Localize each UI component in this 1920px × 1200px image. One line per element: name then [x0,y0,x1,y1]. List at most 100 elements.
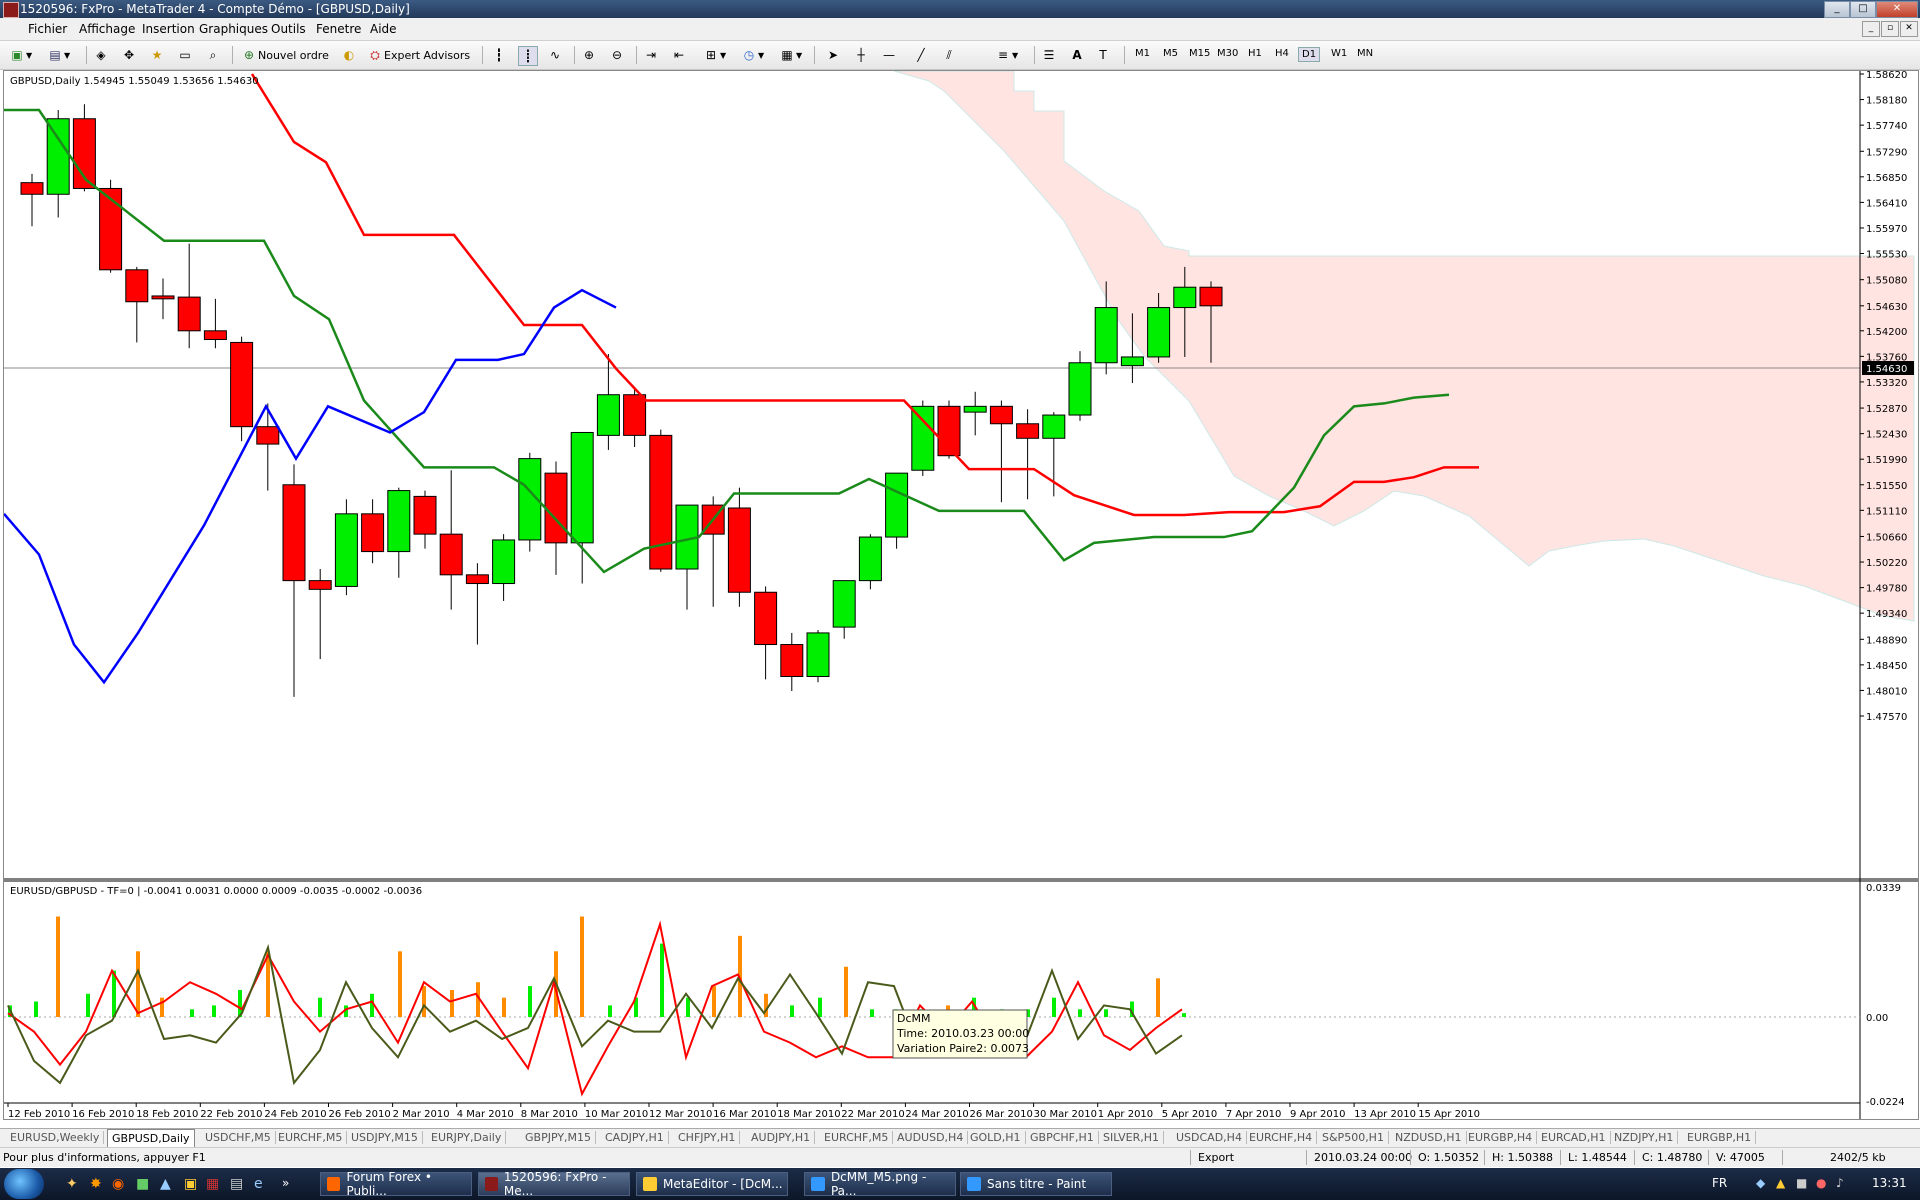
candle-body-bear [256,426,280,445]
chart-tab[interactable]: SILVER,H1 [1099,1131,1165,1144]
indicators-button[interactable]: ⊞ ▼ [702,46,726,64]
metaeditor-icon[interactable]: ◐ [340,46,358,64]
menu-affichage[interactable]: Affichage [79,22,135,36]
crosshair-icon[interactable]: ┼ [852,46,870,64]
quicklaunch-icon[interactable]: ■ [136,1176,149,1192]
auto-scroll-icon[interactable]: ⇥ [642,46,660,64]
new-chart-button[interactable]: ▣ ▼ [8,46,32,64]
timeframe-w1[interactable]: W1 [1328,47,1350,60]
timeframe-h4[interactable]: H4 [1272,47,1292,60]
chart-tab[interactable]: EURCHF,H4 [1245,1131,1318,1144]
expert-advisors-button[interactable]: ⛭ Expert Advisors [366,46,470,64]
profiles-button[interactable]: ▤ ▼ [46,46,70,64]
chart-tab[interactable]: NZDJPY,H1 [1610,1131,1679,1144]
price-tick-label: 1.48010 [1866,686,1907,697]
terminal-icon[interactable]: ▭ [176,46,194,64]
data-window-icon[interactable]: ✥ [120,46,138,64]
tray-icon[interactable]: ■ [1796,1176,1807,1190]
start-button[interactable] [4,1169,44,1199]
chart-tab[interactable]: EURJPY,Daily [427,1131,507,1144]
channel-icon[interactable]: ⫽ [940,46,958,64]
line-chart-icon[interactable]: ∿ [546,46,564,64]
volume-icon[interactable]: ♪ [1836,1176,1844,1190]
chart-shift-icon[interactable]: ⇤ [670,46,688,64]
templates-button[interactable]: ▦ ▼ [778,46,802,64]
chart-tab[interactable]: EURCHF,M5 [820,1131,894,1144]
cursor-icon[interactable]: ➤ [824,46,842,64]
chart-tab[interactable]: GBPJPY,M15 [521,1131,597,1144]
new-order-button[interactable]: ⊕ Nouvel ordre [240,46,329,64]
chart-tab[interactable]: EURCHF,M5 [274,1131,348,1144]
quicklaunch-expand-icon[interactable]: » [282,1176,289,1190]
tray-icon[interactable]: ▲ [1776,1176,1785,1190]
quicklaunch-icon[interactable]: ▦ [206,1176,219,1192]
timeframe-mn[interactable]: MN [1354,47,1376,60]
timeframe-d1[interactable]: D1 [1298,47,1321,62]
chart-tab[interactable]: S&P500,H1 [1318,1131,1389,1144]
menu-fenetre[interactable]: Fenetre [316,22,361,36]
chart-tab[interactable]: USDJPY,M15 [347,1131,423,1144]
horizontal-line-icon[interactable]: — [880,46,898,64]
chart-tab[interactable]: AUDJPY,H1 [747,1131,816,1144]
text-label-icon[interactable]: T [1094,46,1112,64]
trendline-icon[interactable]: ╱ [912,46,930,64]
quicklaunch-icon[interactable]: ✸ [90,1176,102,1192]
zoom-out-icon[interactable]: ⊖ [608,46,626,64]
task-paint-dcmm[interactable]: DcMM_M5.png - Pa... [804,1170,956,1198]
grid-lines-icon[interactable]: ☰ [1040,46,1058,64]
task-metatrader[interactable]: 1520596: FxPro - Me... [478,1170,630,1198]
timeframe-m5[interactable]: M5 [1160,47,1181,60]
chart-tab[interactable]: EURUSD,Weekly [6,1131,105,1144]
bar-chart-icon[interactable]: ┇ [490,46,508,64]
chart-tab[interactable]: AUDUSD,H4 [893,1131,969,1144]
market-watch-icon[interactable]: ◈ [92,46,110,64]
menu-graphiques[interactable]: Graphiques [199,22,268,36]
chart-tab[interactable]: GBPUSD,Daily [107,1129,195,1148]
quicklaunch-icon[interactable]: ▣ [184,1176,197,1192]
menu-fichier[interactable]: Fichier [28,22,67,36]
menu-outils[interactable]: Outils [271,22,306,36]
firefox-icon[interactable]: ◉ [112,1176,124,1192]
task-metaeditor[interactable]: MetaEditor - [DcM... [636,1172,788,1196]
chart-tab[interactable]: EURGBP,H1 [1683,1131,1757,1144]
navigator-icon[interactable]: ★ [148,46,166,64]
text-icon[interactable]: A [1068,46,1086,64]
chart-canvas[interactable]: GBPUSD,Daily 1.54945 1.55049 1.53656 1.5… [4,71,1918,1119]
menu-insertion[interactable]: Insertion [142,22,195,36]
strategy-tester-icon[interactable]: ⌕ [204,46,222,64]
mdi-close-button[interactable]: ✕ [1900,21,1918,37]
timeframe-m1[interactable]: M1 [1132,47,1153,60]
language-indicator[interactable]: FR [1712,1176,1727,1190]
task-forum-forex[interactable]: Forum Forex • Publi... [320,1170,472,1198]
fibonacci-button[interactable]: ≡ ▼ [994,46,1018,64]
chart-window[interactable]: GBPUSD,Daily 1.54945 1.55049 1.53656 1.5… [3,70,1919,1120]
maximize-button[interactable]: □ [1850,1,1876,18]
periods-button[interactable]: ◷ ▼ [740,46,764,64]
tray-icon[interactable]: ◆ [1756,1176,1765,1190]
quicklaunch-icon[interactable]: ▤ [230,1176,243,1192]
chart-tab[interactable]: USDCHF,M5 [201,1131,276,1144]
timeframe-m15[interactable]: M15 [1186,47,1213,60]
chart-tab[interactable]: GBPCHF,H1 [1026,1131,1099,1144]
chart-tab[interactable]: GOLD,H1 [966,1131,1026,1144]
chart-tab[interactable]: EURCAD,H1 [1537,1131,1611,1144]
chart-tab[interactable]: USDCAD,H4 [1172,1131,1247,1144]
zoom-in-icon[interactable]: ⊕ [580,46,598,64]
minimize-button[interactable]: _ [1824,1,1850,18]
task-paint-sans-titre[interactable]: Sans titre - Paint [960,1172,1112,1196]
mdi-restore-button[interactable]: ▫ [1881,21,1899,37]
quicklaunch-icon[interactable]: ✦ [66,1176,78,1192]
chart-tab[interactable]: NZDUSD,H1 [1391,1131,1467,1144]
candlestick-icon[interactable]: ┋ [518,46,538,66]
mdi-minimize-button[interactable]: _ [1862,21,1880,37]
chart-tab[interactable]: CADJPY,H1 [601,1131,669,1144]
chart-tab[interactable]: EURGBP,H4 [1464,1131,1538,1144]
tray-icon[interactable]: ● [1816,1176,1826,1190]
chart-tab[interactable]: CHFJPY,H1 [674,1131,741,1144]
timeframe-m30[interactable]: M30 [1214,47,1241,60]
close-button[interactable]: ✕ [1876,1,1918,18]
menu-aide[interactable]: Aide [370,22,397,36]
timeframe-h1[interactable]: H1 [1245,47,1265,60]
quicklaunch-icon[interactable]: ▲ [160,1176,171,1192]
quicklaunch-icon[interactable]: e [254,1176,263,1192]
